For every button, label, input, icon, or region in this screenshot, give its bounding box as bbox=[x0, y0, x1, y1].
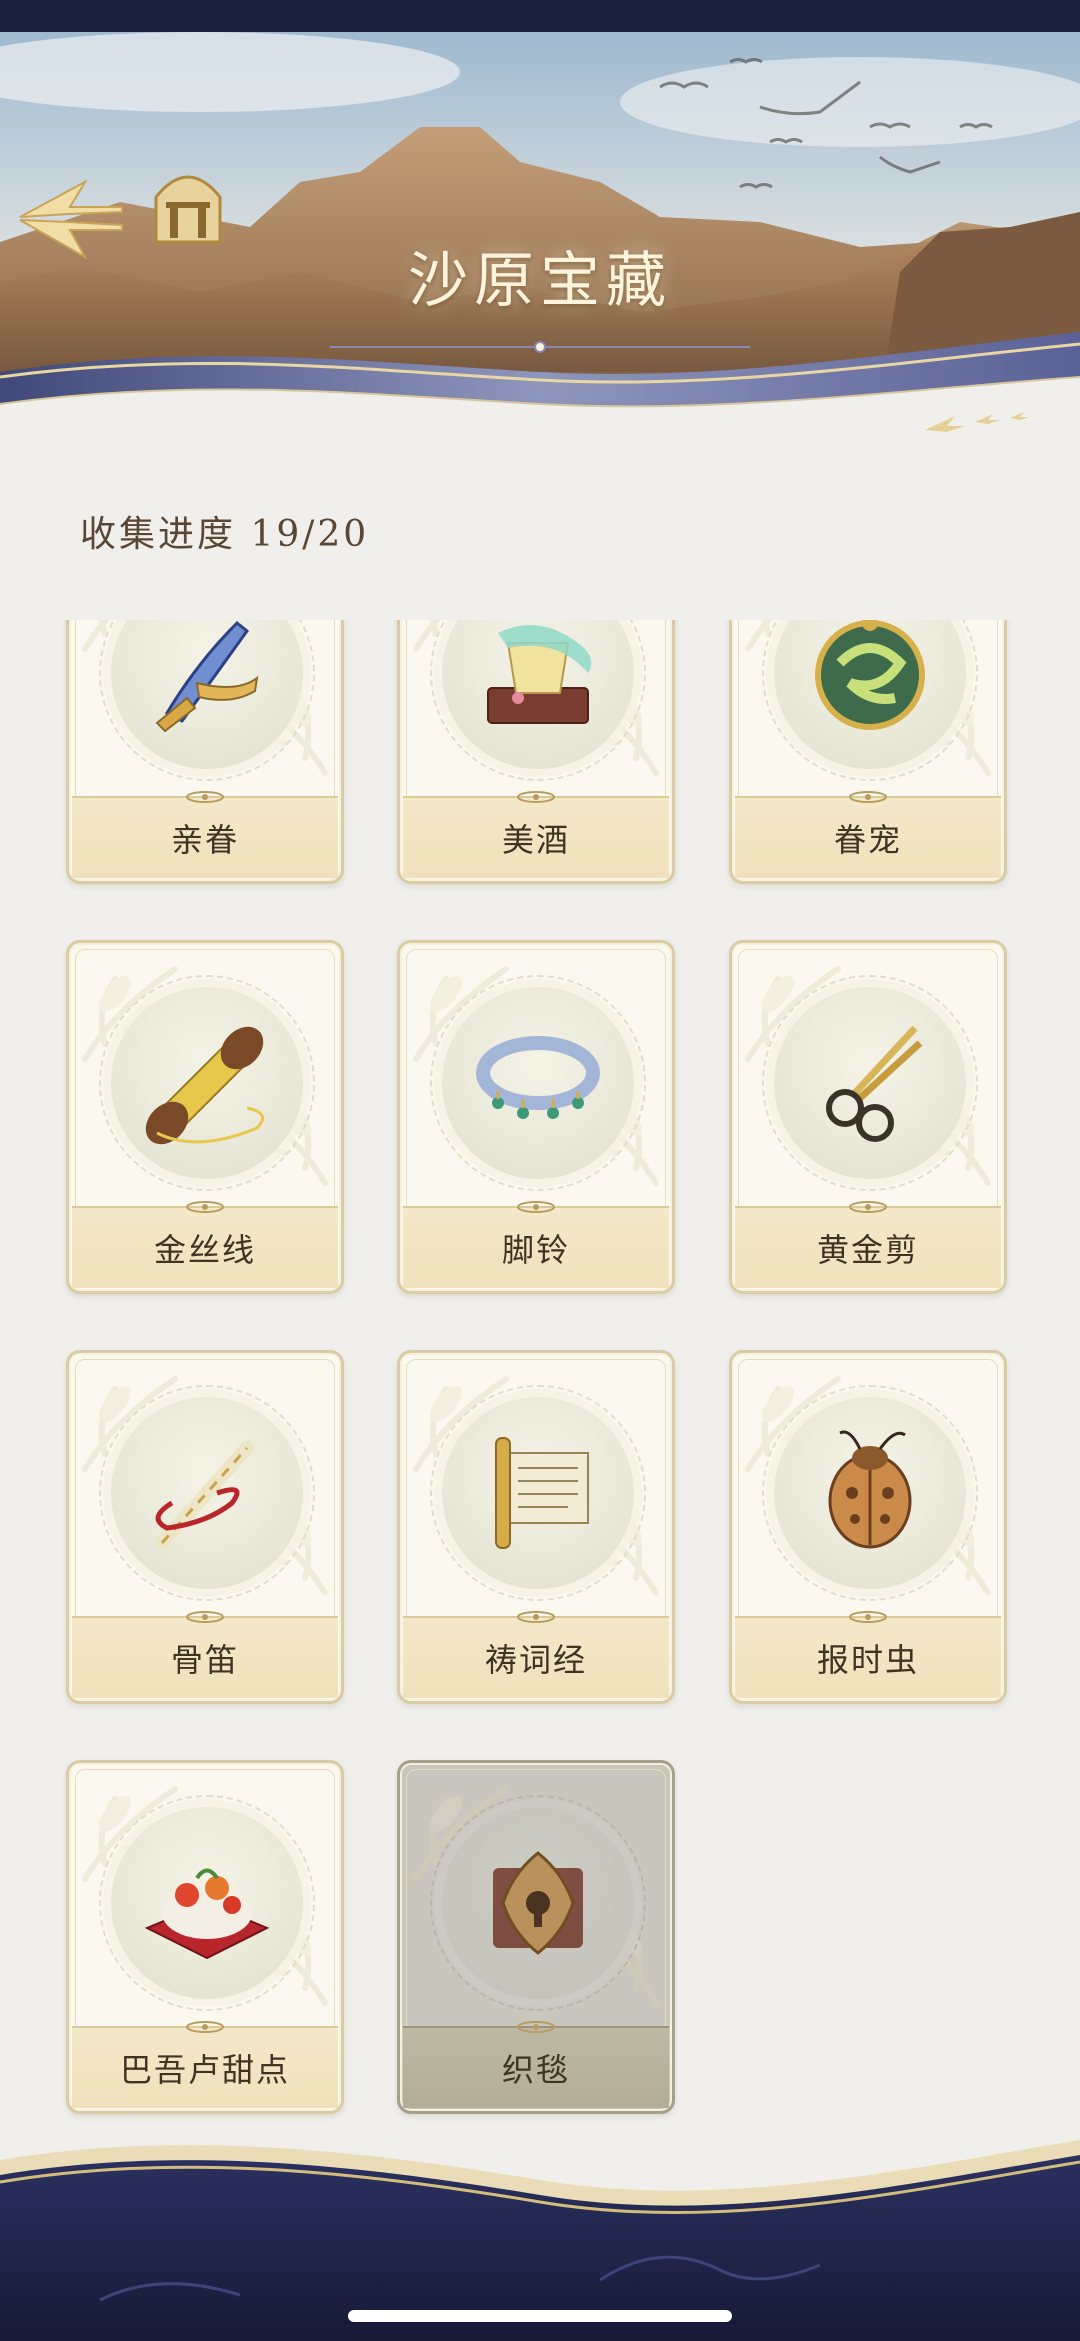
page-title: 沙原宝藏 bbox=[408, 246, 672, 316]
item-name: 亲眷 bbox=[170, 821, 239, 859]
label-ornament-icon bbox=[849, 1611, 887, 1623]
collection-card-8[interactable]: 祷词经 bbox=[397, 1350, 675, 1704]
label-ornament-icon bbox=[517, 791, 555, 803]
item-name: 织毯 bbox=[501, 2051, 570, 2089]
label-ornament-icon bbox=[517, 1201, 555, 1213]
item-name: 巴吾卢甜点 bbox=[119, 2051, 290, 2089]
item-name: 祷词经 bbox=[484, 1641, 587, 1679]
collection-card-3[interactable]: 眷宠 bbox=[729, 620, 1007, 884]
label-ornament-icon bbox=[186, 1201, 224, 1213]
label-ornament-icon bbox=[517, 1611, 555, 1623]
beetle-icon bbox=[828, 1430, 912, 1549]
golden-thread-spool-icon bbox=[145, 1026, 265, 1145]
label-ornament-icon bbox=[186, 791, 224, 803]
item-name: 黄金剪 bbox=[816, 1231, 919, 1269]
collection-progress: 收集进度 19/20 bbox=[80, 505, 369, 557]
collection-card-7[interactable]: 骨笛 bbox=[66, 1350, 344, 1704]
collection-card-1[interactable]: 亲眷 bbox=[66, 620, 344, 884]
prayer-scroll-icon bbox=[495, 1437, 589, 1549]
golden-scissors-icon bbox=[826, 1025, 923, 1142]
item-name: 脚铃 bbox=[501, 1231, 570, 1269]
item-name: 报时虫 bbox=[816, 1641, 919, 1679]
serpent-medallion-icon bbox=[815, 620, 925, 730]
label-ornament-icon bbox=[517, 2021, 555, 2033]
collection-card-4[interactable]: 金丝线 bbox=[66, 940, 344, 1294]
collection-card-2[interactable]: 美酒 bbox=[397, 620, 675, 884]
dagger-icon bbox=[155, 620, 259, 733]
item-name: 金丝线 bbox=[153, 1231, 256, 1269]
item-name: 眷宠 bbox=[833, 821, 902, 859]
collection-card-5[interactable]: 脚铃 bbox=[397, 940, 675, 1294]
carpet-emblem-icon bbox=[493, 1851, 583, 1955]
header-banner: 沙原宝藏 bbox=[0, 32, 1080, 462]
label-ornament-icon bbox=[849, 1201, 887, 1213]
label-ornament-icon bbox=[849, 791, 887, 803]
collection-card-10[interactable]: 巴吾卢甜点 bbox=[66, 1760, 344, 2114]
status-bar bbox=[0, 0, 1080, 32]
wine-cup-icon bbox=[487, 625, 592, 724]
collection-card-11[interactable]: 织毯 bbox=[397, 1760, 675, 2114]
item-name: 美酒 bbox=[501, 821, 570, 859]
home-indicator bbox=[348, 2310, 732, 2322]
progress-label: 收集进度 bbox=[80, 514, 237, 555]
collection-card-6[interactable]: 黄金剪 bbox=[729, 940, 1007, 1294]
bone-flute-icon bbox=[155, 1441, 254, 1550]
label-ornament-icon bbox=[186, 2021, 224, 2033]
dessert-icon bbox=[144, 1868, 270, 1960]
collection-grid: 亲眷 美酒 眷宠金丝线 脚铃 黄金剪骨笛 祷词经 报时虫巴吾卢甜点 织毯 bbox=[0, 620, 1080, 2160]
item-name: 骨笛 bbox=[170, 1641, 239, 1679]
title-divider-ornament bbox=[330, 341, 750, 353]
anklet-icon bbox=[476, 1036, 600, 1119]
progress-value: 19/20 bbox=[250, 514, 370, 555]
collection-card-9[interactable]: 报时虫 bbox=[729, 1350, 1007, 1704]
label-ornament-icon bbox=[186, 1611, 224, 1623]
